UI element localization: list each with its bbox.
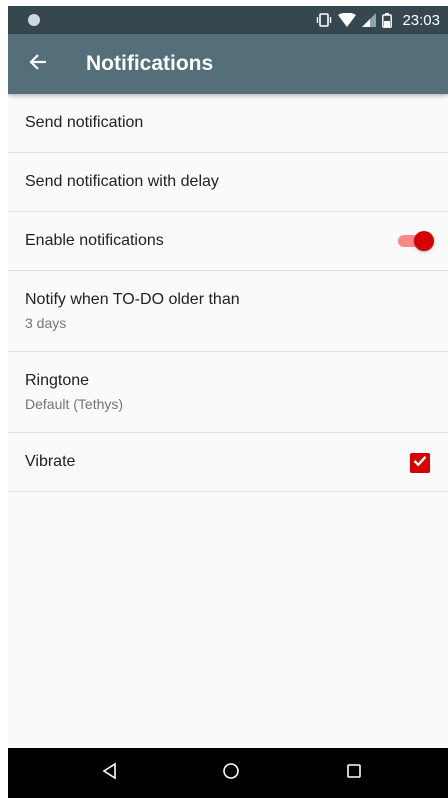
pref-summary: 3 days xyxy=(25,315,67,331)
checkmark-icon xyxy=(413,454,427,472)
pref-title: Send notification with delay xyxy=(25,173,219,190)
pref-vibrate[interactable]: Vibrate xyxy=(8,433,448,492)
app-bar: Notifications xyxy=(8,34,448,94)
nav-home-button[interactable] xyxy=(219,761,243,785)
pref-title: Send notification xyxy=(25,114,144,131)
battery-icon xyxy=(382,12,393,28)
notification-dot-icon xyxy=(28,14,40,26)
recents-square-icon xyxy=(346,763,362,784)
status-bar: 23:03 xyxy=(8,6,448,34)
back-triangle-icon xyxy=(101,762,119,785)
pref-notify-older[interactable]: Notify when TO-DO older than 3 days xyxy=(8,271,448,352)
pref-send-notification-delay[interactable]: Send notification with delay xyxy=(8,153,448,212)
pref-title: Vibrate xyxy=(25,453,76,470)
nav-recents-button[interactable] xyxy=(342,761,366,785)
pref-title: Enable notifications xyxy=(25,232,164,249)
pref-enable-notifications[interactable]: Enable notifications xyxy=(8,212,448,271)
vibrate-checkbox[interactable] xyxy=(410,453,430,473)
pref-title: Notify when TO-DO older than xyxy=(25,291,240,308)
signal-icon xyxy=(362,13,377,27)
navigation-bar xyxy=(8,748,448,798)
pref-ringtone[interactable]: Ringtone Default (Tethys) xyxy=(8,352,448,433)
page-title: Notifications xyxy=(86,52,214,75)
pref-title: Ringtone xyxy=(25,372,90,389)
back-button[interactable] xyxy=(22,48,54,80)
arrow-back-icon xyxy=(28,52,48,77)
settings-list: Send notification Send notification with… xyxy=(8,94,448,492)
pref-summary: Default (Tethys) xyxy=(25,396,124,412)
enable-notifications-switch[interactable] xyxy=(398,231,434,251)
vibrate-icon xyxy=(316,13,332,27)
wifi-icon xyxy=(338,13,357,27)
home-circle-icon xyxy=(222,762,240,785)
phone-screen: 23:03 Notifications Send notification Se… xyxy=(8,6,448,798)
status-time: 23:03 xyxy=(402,11,440,29)
status-icons: 23:03 xyxy=(316,6,440,34)
pref-send-notification[interactable]: Send notification xyxy=(8,94,448,153)
switch-thumb xyxy=(414,231,434,251)
nav-back-button[interactable] xyxy=(98,761,122,785)
